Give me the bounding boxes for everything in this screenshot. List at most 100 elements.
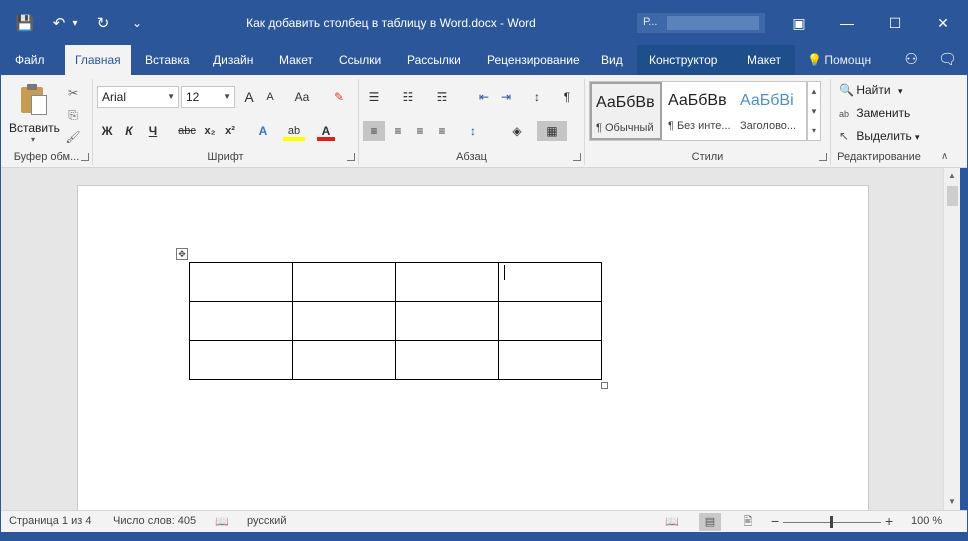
- title-bar: 💾 ↶ ▾ ↻ ⌄ Как добавить столбец в таблицу…: [1, 1, 967, 45]
- paste-dropdown-icon[interactable]: ▾: [31, 135, 35, 144]
- scroll-down-icon[interactable]: ▼: [808, 102, 820, 122]
- shading-icon[interactable]: ◈: [503, 121, 531, 141]
- table-cell[interactable]: [189, 340, 293, 380]
- tell-me[interactable]: 💡 Помощн: [807, 45, 871, 75]
- zoom-out-icon[interactable]: −: [771, 513, 779, 529]
- paste-button[interactable]: Вставить: [9, 121, 60, 135]
- account-area[interactable]: Р...: [637, 13, 765, 33]
- tab-view[interactable]: Вид: [591, 45, 633, 75]
- italic-button[interactable]: К: [119, 121, 139, 141]
- change-case-icon[interactable]: Aa: [287, 87, 317, 107]
- vertical-scrollbar[interactable]: ▲ ▼: [943, 168, 960, 510]
- web-layout-icon[interactable]: 🖹: [737, 513, 759, 531]
- line-spacing-icon[interactable]: ↕: [459, 121, 487, 141]
- find-button[interactable]: 🔍 Найти ▾: [839, 83, 902, 97]
- style-heading[interactable]: АаБбВі Заголово...: [736, 82, 808, 140]
- table-cell[interactable]: [189, 301, 293, 341]
- align-left-icon[interactable]: ≡: [363, 121, 385, 141]
- table-cell[interactable]: [292, 301, 396, 341]
- bold-button[interactable]: Ж: [97, 121, 117, 141]
- increase-indent-icon[interactable]: ⇥: [495, 87, 517, 107]
- close-icon[interactable]: ✕: [919, 9, 967, 37]
- styles-launcher-icon[interactable]: [819, 153, 827, 161]
- read-mode-icon[interactable]: 📖: [661, 513, 683, 531]
- collapse-ribbon-icon[interactable]: ∧: [941, 151, 948, 162]
- sort-icon[interactable]: ↕: [527, 87, 547, 107]
- style-no-spacing[interactable]: АаБбВв ¶ Без инте...: [664, 82, 736, 140]
- clipboard-launcher-icon[interactable]: [81, 153, 89, 161]
- print-layout-icon[interactable]: ▤: [699, 513, 721, 531]
- font-color-icon[interactable]: A: [317, 121, 335, 141]
- numbering-icon[interactable]: ☷: [397, 87, 419, 107]
- table-move-handle-icon[interactable]: ✥: [176, 248, 188, 260]
- share-icon[interactable]: ⚇: [905, 50, 918, 68]
- table-cell[interactable]: [498, 262, 602, 302]
- table-cell[interactable]: [292, 262, 396, 302]
- tab-table-layout[interactable]: Макет: [737, 45, 791, 75]
- highlight-color-icon[interactable]: ab: [283, 121, 305, 141]
- table-cell[interactable]: [189, 262, 293, 302]
- font-family-combo[interactable]: Arial ▼: [97, 86, 179, 108]
- table-resize-handle[interactable]: [601, 382, 608, 389]
- ribbon-display-options-icon[interactable]: ▣: [775, 9, 823, 37]
- scroll-up-icon[interactable]: ▲: [808, 82, 820, 102]
- tab-references[interactable]: Ссылки: [329, 45, 391, 75]
- multilevel-list-icon[interactable]: ☶: [431, 87, 453, 107]
- table-cell[interactable]: [292, 340, 396, 380]
- show-marks-icon[interactable]: ¶: [557, 87, 577, 107]
- align-center-icon[interactable]: ≡: [387, 121, 409, 141]
- tab-file[interactable]: Файл: [5, 45, 55, 75]
- page-count[interactable]: Страница 1 из 4: [9, 515, 91, 527]
- scroll-thumb[interactable]: [947, 186, 958, 206]
- document-page[interactable]: ✥: [77, 185, 869, 515]
- replace-button[interactable]: ab Заменить: [839, 106, 910, 120]
- document-table[interactable]: [189, 262, 602, 380]
- table-cell[interactable]: [395, 301, 499, 341]
- bullets-icon[interactable]: ☰: [363, 87, 385, 107]
- table-cell[interactable]: [498, 340, 602, 380]
- paragraph-launcher-icon[interactable]: [573, 153, 581, 161]
- strikethrough-button[interactable]: abc: [175, 121, 199, 141]
- tab-mailings[interactable]: Рассылки: [397, 45, 471, 75]
- borders-icon[interactable]: ▦: [537, 121, 567, 141]
- more-styles-icon[interactable]: ▾: [808, 122, 820, 140]
- copy-icon[interactable]: ⎘: [65, 107, 81, 123]
- shrink-font-icon[interactable]: A: [261, 87, 279, 107]
- grow-font-icon[interactable]: A: [239, 87, 259, 107]
- clear-formatting-icon[interactable]: ✎: [329, 87, 349, 107]
- format-painter-icon[interactable]: 🖌: [65, 129, 81, 145]
- language[interactable]: русский: [247, 515, 286, 527]
- tab-table-design[interactable]: Конструктор: [639, 45, 727, 75]
- zoom-slider-thumb[interactable]: [830, 516, 833, 528]
- table-cell[interactable]: [395, 340, 499, 380]
- minimize-icon[interactable]: —: [823, 9, 871, 37]
- maximize-icon[interactable]: ☐: [871, 9, 919, 37]
- scroll-up-icon[interactable]: ▲: [944, 168, 960, 184]
- tab-review[interactable]: Рецензирование: [477, 45, 590, 75]
- table-cell[interactable]: [498, 301, 602, 341]
- font-launcher-icon[interactable]: [347, 153, 355, 161]
- scroll-down-icon[interactable]: ▼: [944, 494, 960, 510]
- cut-icon[interactable]: ✂: [65, 85, 81, 101]
- select-button[interactable]: ↖ Выделить ▾: [839, 129, 920, 143]
- zoom-level[interactable]: 100 %: [911, 515, 942, 527]
- style-normal[interactable]: АаБбВв ¶ Обычный: [590, 82, 662, 140]
- text-effects-icon[interactable]: A: [253, 121, 273, 141]
- superscript-button[interactable]: x²: [221, 121, 239, 141]
- align-right-icon[interactable]: ≡: [409, 121, 431, 141]
- tab-insert[interactable]: Вставка: [135, 45, 200, 75]
- paste-icon[interactable]: [19, 83, 49, 115]
- zoom-in-icon[interactable]: +: [885, 513, 893, 529]
- comments-icon[interactable]: 🗨: [938, 50, 957, 68]
- justify-icon[interactable]: ≡: [431, 121, 453, 141]
- proofing-icon[interactable]: 📖: [215, 515, 229, 528]
- underline-button[interactable]: Ч: [143, 121, 163, 141]
- word-count[interactable]: Число слов: 405: [113, 515, 196, 527]
- decrease-indent-icon[interactable]: ⇤: [473, 87, 495, 107]
- tab-layout[interactable]: Макет: [269, 45, 323, 75]
- tab-home[interactable]: Главная: [65, 45, 131, 75]
- font-size-combo[interactable]: 12 ▼: [181, 86, 235, 108]
- subscript-button[interactable]: x₂: [201, 121, 219, 141]
- tab-design[interactable]: Дизайн: [203, 45, 263, 75]
- table-cell[interactable]: [395, 262, 499, 302]
